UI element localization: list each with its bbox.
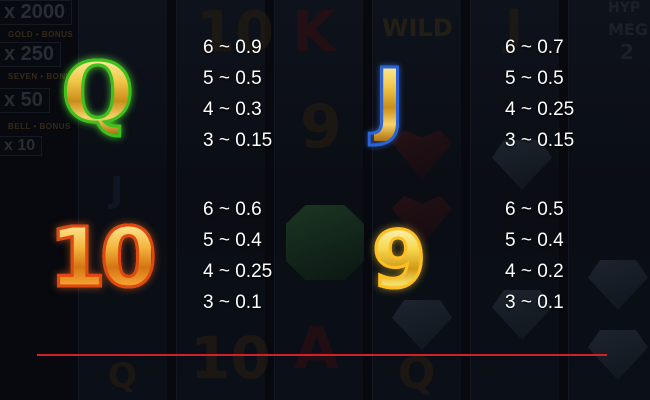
payout-line: 3 ~ 0.1 [203,292,262,313]
nine-payouts: 6 ~ 0.5 5 ~ 0.4 4 ~ 0.2 3 ~ 0.1 [505,194,564,318]
payout-line: 5 ~ 0.5 [203,68,262,89]
payout-line: 3 ~ 0.15 [203,130,273,151]
payout-line: 5 ~ 0.5 [505,68,564,89]
payout-line: 6 ~ 0.7 [505,37,564,58]
payout-line: 6 ~ 0.6 [203,199,262,220]
payout-line: 4 ~ 0.3 [203,99,262,120]
ten-symbol-icon: 10 [47,211,158,306]
payout-line: 4 ~ 0.2 [505,261,564,282]
payout-line: 4 ~ 0.25 [505,99,575,120]
payout-line: 6 ~ 0.5 [505,199,564,220]
section-divider [37,354,607,356]
queen-payouts: 6 ~ 0.9 5 ~ 0.5 4 ~ 0.3 3 ~ 0.15 [203,32,272,156]
payout-line: 5 ~ 0.4 [203,230,262,251]
jack-symbol-icon: J [372,50,406,148]
ten-payouts: 6 ~ 0.6 5 ~ 0.4 4 ~ 0.25 3 ~ 0.1 [203,194,272,318]
queen-symbol-icon: Q [60,45,134,141]
payout-line: 5 ~ 0.4 [505,230,564,251]
payout-line: 6 ~ 0.9 [203,37,262,58]
payout-line: 4 ~ 0.25 [203,261,273,282]
nine-symbol-icon: 9 [370,216,427,306]
jack-payouts: 6 ~ 0.7 5 ~ 0.5 4 ~ 0.25 3 ~ 0.15 [505,32,574,156]
payout-line: 3 ~ 0.1 [505,292,564,313]
payout-line: 3 ~ 0.15 [505,130,575,151]
